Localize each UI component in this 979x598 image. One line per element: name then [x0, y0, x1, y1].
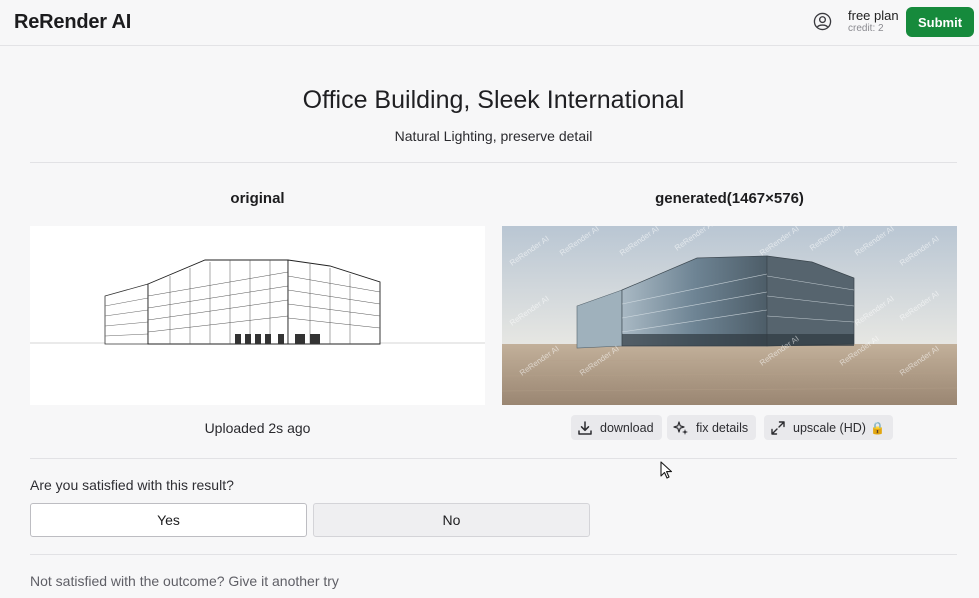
page-subtitle: Natural Lighting, preserve detail	[394, 128, 593, 144]
no-button[interactable]: No	[313, 503, 590, 537]
download-label: download	[600, 420, 654, 435]
yes-button[interactable]: Yes	[30, 503, 307, 537]
divider	[30, 554, 957, 555]
generated-label: generated(1467×576)	[655, 190, 804, 207]
expand-icon	[771, 420, 785, 435]
divider	[30, 162, 957, 163]
app-logo[interactable]: ReRender AI	[14, 11, 131, 34]
top-bar: ReRender AI free plan credit: 2 Submit	[0, 0, 979, 46]
upscale-label: upscale (HD)	[793, 420, 866, 435]
user-circle-icon[interactable]	[813, 12, 832, 31]
mouse-cursor-icon	[660, 461, 673, 479]
download-icon	[578, 420, 592, 435]
submit-button[interactable]: Submit	[906, 7, 974, 37]
original-label: original	[230, 190, 285, 207]
generated-image[interactable]: ReRender AI ReRender AI ReRender AI ReRe…	[502, 226, 957, 405]
fix-details-label: fix details	[696, 420, 749, 435]
sparkles-icon	[673, 420, 688, 435]
satisfaction-question: Are you satisfied with this result?	[30, 477, 234, 493]
fix-details-button[interactable]: fix details	[667, 415, 757, 440]
plan-credit: credit: 2	[848, 23, 884, 34]
upscale-button[interactable]: upscale (HD) 🔒	[764, 415, 893, 440]
retry-prompt: Not satisfied with the outcome? Give it …	[30, 573, 339, 589]
lock-icon: 🔒	[869, 420, 885, 435]
upload-timestamp: Uploaded 2s ago	[204, 420, 311, 436]
download-button[interactable]: download	[571, 415, 662, 440]
original-image	[30, 226, 485, 405]
page-title: Office Building, Sleek International	[302, 86, 685, 114]
plan-name: free plan	[848, 8, 899, 23]
divider	[30, 458, 957, 459]
